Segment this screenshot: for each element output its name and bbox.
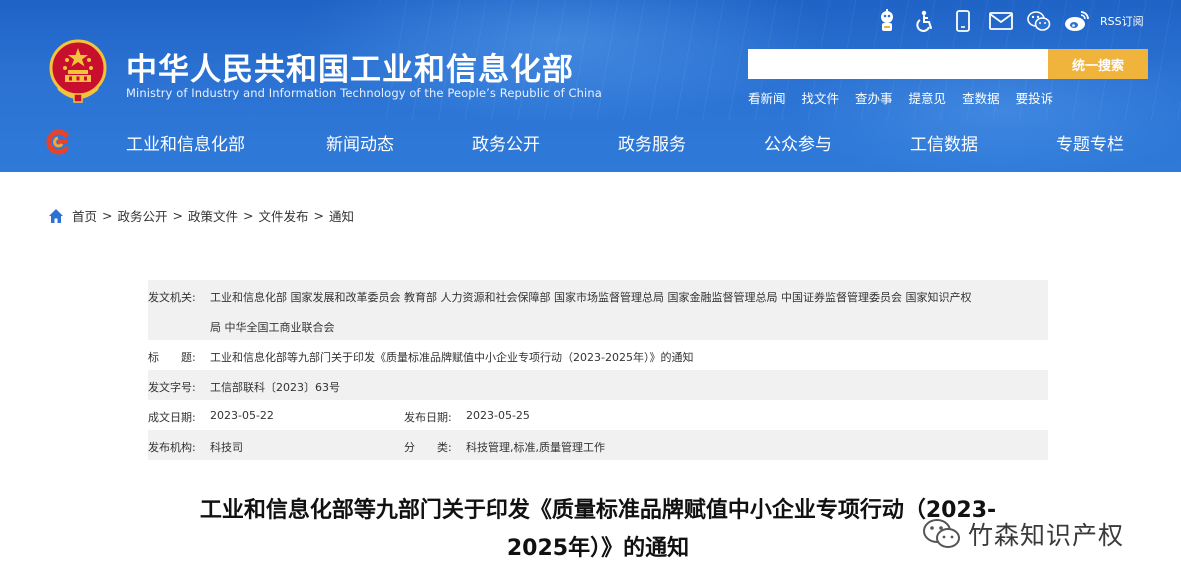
breadcrumb-home[interactable]: 首页	[72, 206, 97, 225]
breadcrumb-separator: >	[243, 208, 254, 223]
mail-icon[interactable]	[988, 9, 1014, 33]
watermark-text: 竹森知识产权	[968, 521, 1125, 550]
breadcrumb-separator: >	[313, 208, 324, 223]
top-utility-bar: RSS订阅	[874, 8, 1144, 34]
search-input[interactable]	[748, 49, 1048, 79]
document-metadata-table: 发文机关: 工业和信息化部 国家发展和改革委员会 教育部 人力资源和社会保障部 …	[148, 280, 1048, 460]
meta-row-issuer: 发文机关: 工业和信息化部 国家发展和改革委员会 教育部 人力资源和社会保障部 …	[148, 280, 1048, 340]
nav-item-participation[interactable]: 公众参与	[764, 130, 832, 155]
nav-item-open-government[interactable]: 政务公开	[472, 130, 540, 155]
created-date-value: 2023-05-22	[210, 409, 274, 422]
quick-link-news[interactable]: 看新闻	[748, 88, 786, 107]
quick-link-feedback[interactable]: 提意见	[909, 88, 947, 107]
nav-item-ministry[interactable]: 工业和信息化部	[126, 130, 245, 155]
breadcrumb-open-government[interactable]: 政务公开	[118, 206, 168, 225]
breadcrumb-document-release[interactable]: 文件发布	[259, 206, 309, 225]
title-value: 工业和信息化部等九部门关于印发《质量标准品牌赋值中小企业专项行动（2023-20…	[210, 351, 694, 364]
wechat-icon[interactable]	[1026, 9, 1052, 33]
meta-row-title: 标 题: 工业和信息化部等九部门关于印发《质量标准品牌赋值中小企业专项行动（20…	[148, 340, 1048, 370]
nav-item-topics[interactable]: 专题专栏	[1056, 130, 1124, 155]
org-value: 科技司	[210, 441, 243, 454]
watermark: 竹森知识产权	[922, 516, 1124, 552]
breadcrumb-notice[interactable]: 通知	[329, 206, 354, 225]
docno-label: 发文字号:	[148, 381, 196, 394]
meta-row-docno: 发文字号: 工信部联科〔2023〕63号	[148, 370, 1048, 400]
org-label: 发布机构:	[148, 441, 196, 454]
category-label: 分 类:	[404, 441, 452, 454]
docno-value: 工信部联科〔2023〕63号	[210, 381, 340, 394]
quick-link-documents[interactable]: 找文件	[802, 88, 840, 107]
breadcrumb: 首页 > 政务公开 > 政策文件 > 文件发布 > 通知	[48, 206, 354, 225]
robot-assistant-icon[interactable]	[874, 9, 900, 33]
wechat-watermark-icon	[923, 519, 960, 548]
breadcrumb-separator: >	[172, 208, 183, 223]
site-header: 中华人民共和国工业和信息化部 Ministry of Industry and …	[0, 0, 1181, 172]
issuer-label: 发文机关:	[148, 291, 196, 304]
weibo-icon[interactable]	[1064, 9, 1090, 33]
national-emblem-icon[interactable]	[48, 38, 108, 104]
nav-item-data[interactable]: 工信数据	[910, 130, 978, 155]
article-title: 工业和信息化部等九部门关于印发《质量标准品牌赋值中小企业专项行动（2023- 2…	[140, 492, 1056, 568]
breadcrumb-separator: >	[102, 208, 113, 223]
meta-row-dates: 成文日期: 2023-05-22 发布日期: 2023-05-25	[148, 400, 1048, 430]
main-nav: 工业和信息化部 新闻动态 政务公开 政务服务 公众参与 工信数据 专题专栏	[0, 124, 1181, 160]
meta-row-org: 发布机构: 科技司 分 类: 科技管理,标准,质量管理工作	[148, 430, 1048, 460]
site-title-cn[interactable]: 中华人民共和国工业和信息化部	[126, 44, 574, 89]
home-icon[interactable]	[48, 208, 64, 224]
article-title-line1: 工业和信息化部等九部门关于印发《质量标准品牌赋值中小企业专项行动（2023-	[199, 498, 997, 523]
accessibility-icon[interactable]	[912, 9, 938, 33]
title-label: 标 题:	[148, 351, 196, 364]
issuer-value-line2: 局 中华全国工商业联合会	[210, 321, 335, 334]
quick-link-complaint[interactable]: 要投诉	[1016, 88, 1054, 107]
site-title-en: Ministry of Industry and Information Tec…	[126, 86, 602, 100]
mobile-icon[interactable]	[950, 9, 976, 33]
published-date-value: 2023-05-25	[466, 409, 530, 422]
created-date-label: 成文日期:	[148, 411, 196, 424]
article-title-line2: 2025年）》的通知	[506, 536, 690, 561]
issuer-value-line1: 工业和信息化部 国家发展和改革委员会 教育部 人力资源和社会保障部 国家市场监督…	[210, 291, 972, 304]
published-date-label: 发布日期:	[404, 411, 452, 424]
nav-item-news[interactable]: 新闻动态	[326, 130, 394, 155]
category-value: 科技管理,标准,质量管理工作	[466, 441, 605, 454]
unified-search-button[interactable]: 统一搜索	[1048, 49, 1148, 79]
nav-item-services[interactable]: 政务服务	[618, 130, 686, 155]
quick-link-data[interactable]: 查数据	[962, 88, 1000, 107]
rss-subscribe-link[interactable]: RSS订阅	[1100, 13, 1144, 29]
quick-links: 看新闻 找文件 查办事 提意见 查数据 要投诉	[748, 88, 1069, 107]
quick-link-services[interactable]: 查办事	[855, 88, 893, 107]
breadcrumb-policy-documents[interactable]: 政策文件	[188, 206, 238, 225]
